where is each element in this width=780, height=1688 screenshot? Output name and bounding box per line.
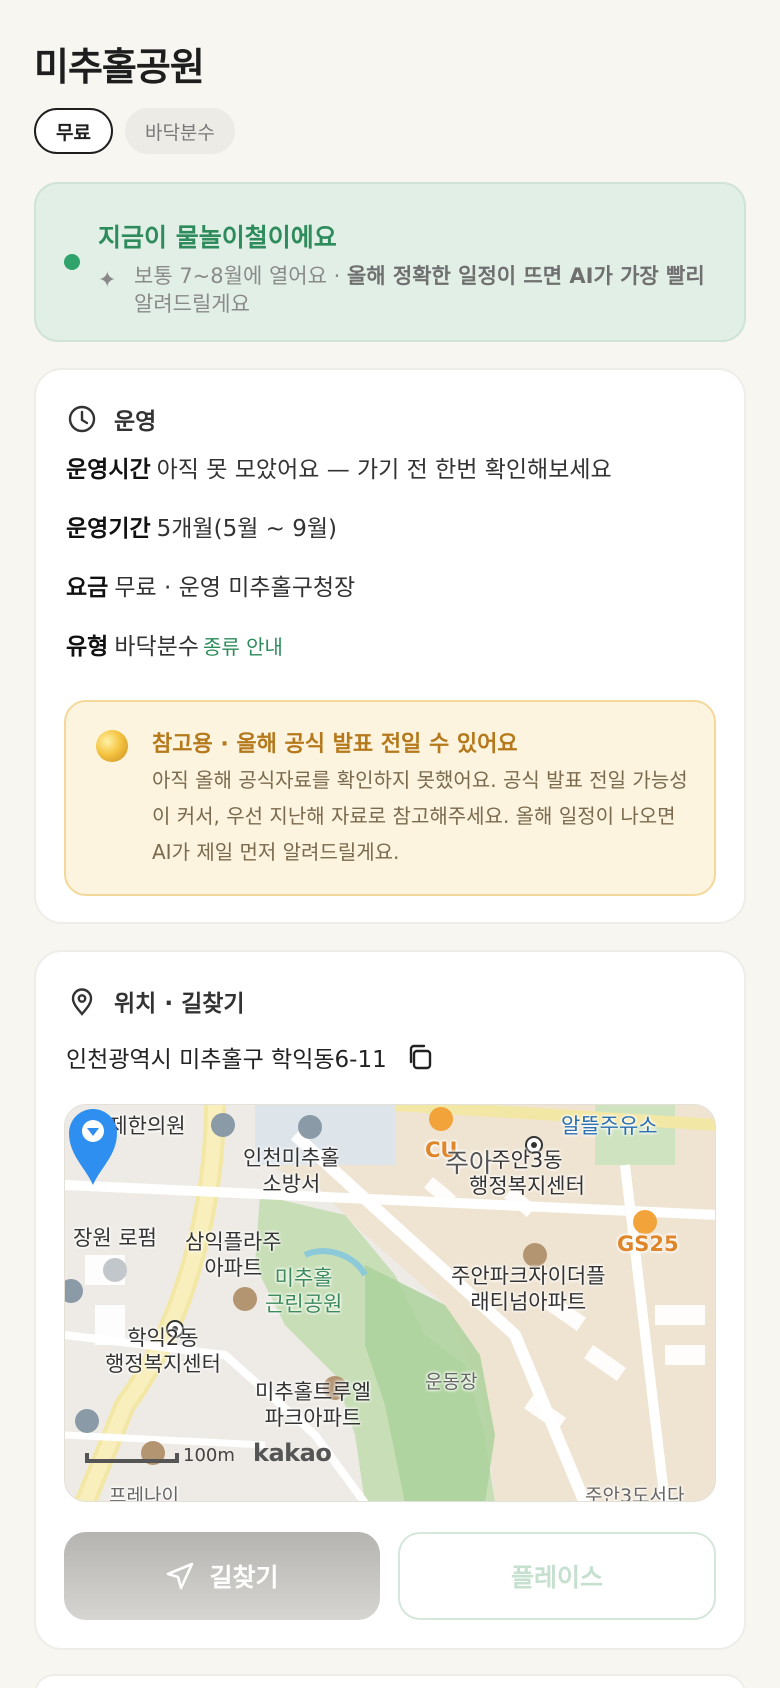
season-banner: 지금이 물놀이철이에요 ✦ 보통 7~8월에 열어요 · 올해 정확한 일정이 … [34,182,746,342]
chip-free[interactable]: 무료 [34,108,113,154]
map-label-fire-station: 인천미추홀 소방서 [243,1146,340,1196]
season-sub-bold: 올해 정확한 일정이 뜨면 AI가 가장 빨리 [346,264,705,288]
chip-floor-fountain[interactable]: 바닥분수 [124,108,235,154]
kakao-logo: kakao [253,1439,332,1467]
map-label-juan3dong: 주안3동 행정복지센터 [469,1148,585,1198]
period-row: 운영기간 5개월(5월 ~ 9월) [66,509,337,543]
map-label-gas-station: 알뜰주유소 [561,1114,658,1138]
place-button[interactable]: 플레이스 [398,1532,716,1620]
map-label-gs25: GS25 [617,1232,679,1256]
moon-icon [96,730,128,762]
fee-value: 무료 · 운영 미추홀구청장 [114,575,356,601]
sparkle-icon: ✦ [98,268,117,293]
fee-label: 요금 [66,575,109,601]
map-label-bottom-left: 프레나이 [109,1485,179,1502]
map-label-jangwon: 장원 로펌 [73,1226,157,1250]
route-button[interactable]: 길찾기 [64,1532,380,1620]
map-label-juan-park-apt: 주안파크자이더플 래티넘아파트 [451,1264,606,1314]
operation-card: 운영 운영시간 아직 못 모았어요 — 가기 전 한번 확인해보세요 운영기간 5개… [34,368,746,924]
tag-chips: 무료 바닥분수 [34,108,235,154]
copy-icon[interactable] [405,1042,435,1072]
season-sub-plain: 보통 7~8월에 열어요 · [134,264,347,288]
address-row: 인천광역시 미추홀구 학익동6-11 [66,1040,435,1074]
location-header: 위치 · 길찾기 [66,984,245,1018]
season-subtext: 보통 7~8월에 열어요 · 올해 정확한 일정이 뜨면 AI가 가장 빨리알려… [134,262,734,318]
map-background [65,1105,715,1501]
period-value: 5개월(5월 ~ 9월) [156,516,338,542]
map-label-park: 미추홀 근린공원 [265,1266,343,1316]
notice-title: 참고용 · 올해 공식 발표 전일 수 있어요 [152,732,518,757]
operation-header-label: 운영 [114,409,157,435]
map-label-truel-apt: 미추홀트루엘 파크아파트 [255,1380,371,1430]
reference-notice: 참고용 · 올해 공식 발표 전일 수 있어요 아직 올해 공식자료를 확인하지… [64,700,716,896]
type-label: 유형 [66,634,109,660]
route-button-label: 길찾기 [209,1563,279,1592]
hours-row: 운영시간 아직 못 모았어요 — 가기 전 한번 확인해보세요 [66,450,612,484]
map-view[interactable]: 성제한의원 인천미추홀 소방서 CU 알뜰주유소 주아 주안3동 행정복지센터 … [64,1104,716,1502]
notice-body: 아직 올해 공식자료를 확인하지 못했어요. 공식 발표 전일 가능성이 커서,… [152,768,688,864]
type-guide-link[interactable]: 종류 안내 [203,635,283,659]
navigation-arrow-icon [167,1562,194,1590]
map-label-bottom-right: 주안3도서다 [585,1485,685,1502]
location-header-label: 위치 · 길찾기 [114,991,245,1017]
location-card: 위치 · 길찾기 인천광역시 미추홀구 학익동6-11 성제한의원 인천미추홀 … [34,950,746,1650]
map-label-hakik2: 학익2동 행정복지센터 [105,1326,221,1376]
map-label-playground: 운동장 [425,1371,478,1393]
season-sub-tail: 알려드릴게요 [134,292,250,316]
clock-icon [68,405,96,433]
fee-row: 요금 무료 · 운영 미추홀구청장 [66,568,355,602]
address-text: 인천광역시 미추홀구 학익동6-11 [66,1047,387,1073]
map-scale: 100m [183,1445,235,1466]
hours-value: 아직 못 모았어요 — 가기 전 한번 확인해보세요 [156,457,612,483]
next-card-edge [34,1674,746,1688]
page-title: 미추홀공원 [34,45,205,89]
type-value: 바닥분수 [114,634,199,660]
hours-label: 운영시간 [66,457,151,483]
season-headline: 지금이 물놀이철이에요 [98,223,337,252]
location-pin-icon [71,988,93,1016]
period-label: 운영기간 [66,516,151,542]
map-pin-icon[interactable] [65,1105,121,1187]
type-row: 유형 바닥분수 종류 안내 [66,627,283,661]
status-dot-icon [64,254,80,270]
operation-header: 운영 [66,402,156,436]
